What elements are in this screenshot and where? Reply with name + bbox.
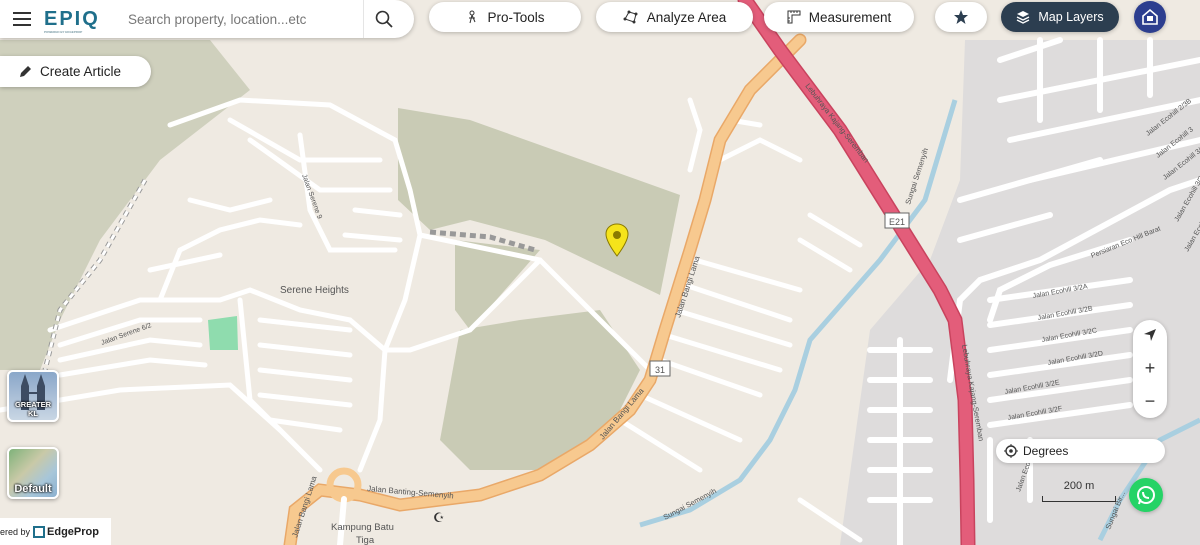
default-basemap[interactable]: Default: [7, 447, 59, 499]
measurement-button[interactable]: Measurement: [764, 2, 914, 32]
search-icon: [375, 10, 393, 28]
powered-by-text: ered by: [0, 526, 31, 537]
compass-button[interactable]: [1133, 326, 1167, 347]
analyze-area-button[interactable]: Analyze Area: [596, 2, 753, 32]
scale-line: [1042, 496, 1116, 502]
edgeprop-brand: EdgeProp: [47, 525, 99, 538]
search-input[interactable]: [126, 10, 350, 28]
zoom-control: + −: [1133, 320, 1167, 418]
pro-tools-icon: [469, 10, 476, 24]
scale-bar: 200 m: [1042, 478, 1116, 504]
mosque-icon: ☪: [433, 511, 445, 526]
label-serene-heights: Serene Heights: [280, 285, 349, 296]
pro-tools-label: Pro-Tools: [487, 9, 545, 25]
star-icon: [954, 10, 968, 24]
powered-by-credit[interactable]: ered by EdgeProp: [0, 518, 111, 545]
label-route-31: 31: [655, 365, 665, 375]
degrees-toggle[interactable]: Degrees: [996, 439, 1165, 463]
analyze-area-label: Analyze Area: [646, 9, 727, 25]
logo-text: EPIQ: [44, 7, 100, 30]
label-kampung-batu-1: Kampung Batu: [331, 522, 394, 533]
navigation-arrow-icon: [1144, 328, 1156, 341]
greater-kl-basemap[interactable]: GREATER KL: [7, 370, 59, 422]
zoom-in-button[interactable]: +: [1133, 358, 1167, 379]
map-layers-button[interactable]: Map Layers: [1001, 2, 1119, 32]
favorites-button[interactable]: [935, 2, 987, 32]
whatsapp-button[interactable]: [1129, 478, 1163, 512]
map-canvas[interactable]: ☪ Serene Heights Jalan Serene 9 Jalan Se…: [0, 0, 1200, 545]
park: [208, 316, 238, 350]
pencil-icon: [20, 65, 31, 77]
layers-icon: [1017, 11, 1030, 24]
crosshair-icon: [1004, 444, 1018, 458]
degrees-label: Degrees: [1023, 444, 1069, 458]
zoom-out-button[interactable]: −: [1133, 391, 1167, 412]
label-kampung-batu-2: Tiga: [356, 535, 375, 545]
search-bar: EPIQ POWERED BY EDGEPROP: [0, 0, 414, 38]
scale-label: 200 m: [1063, 480, 1095, 492]
measurement-label: Measurement: [808, 9, 892, 25]
greater-kl-label: GREATER KL: [14, 400, 52, 418]
menu-icon[interactable]: [0, 0, 44, 38]
analyze-area-icon: [623, 10, 638, 24]
whatsapp-icon: [1137, 486, 1155, 505]
map-layers-label: Map Layers: [1038, 10, 1104, 24]
logo-tagline: POWERED BY EDGEPROP: [44, 29, 83, 34]
default-label: Default: [14, 483, 52, 495]
epiq-logo[interactable]: EPIQ POWERED BY EDGEPROP: [44, 7, 114, 34]
pro-tools-button[interactable]: Pro-Tools: [429, 2, 581, 32]
create-article-label: Create Article: [40, 64, 122, 79]
ruler-icon: [787, 10, 801, 24]
create-article-button[interactable]: Create Article: [0, 56, 151, 87]
account-button[interactable]: [1134, 1, 1166, 33]
search-button[interactable]: [363, 0, 404, 38]
edgeprop-logo-icon: [33, 525, 46, 538]
label-route-e21: E21: [889, 217, 905, 227]
user-avatar-icon: [1142, 8, 1158, 25]
